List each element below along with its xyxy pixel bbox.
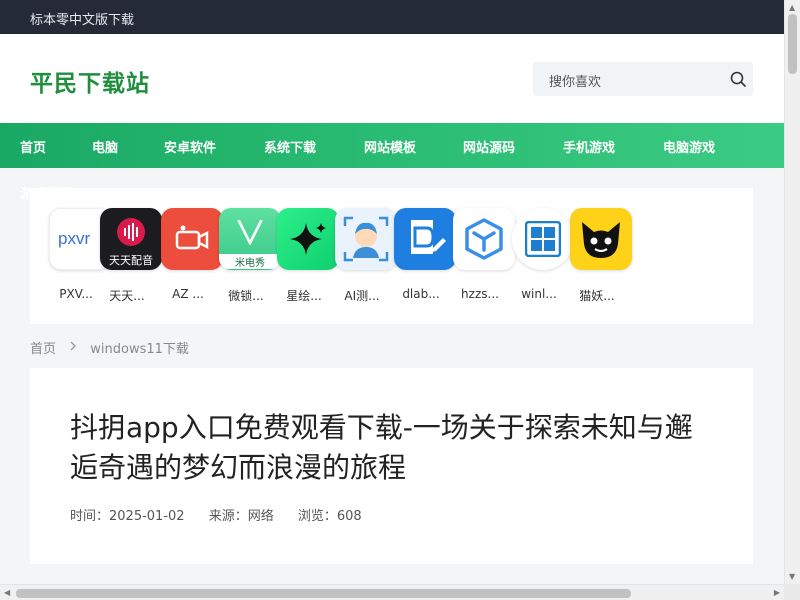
app-name[interactable]: AI测... [331, 287, 393, 304]
app-name[interactable]: 星绘... [273, 287, 335, 304]
app-name[interactable]: AZ ... [157, 287, 219, 301]
app-item[interactable]: 天天配音 天天... [96, 208, 166, 303]
main-nav: 首页 电脑 安卓软件 系统下载 网站模板 网站源码 手机游戏 电脑游戏 [0, 123, 784, 168]
nav-item-templates[interactable]: 网站模板 [364, 137, 416, 156]
article-time: 时间：2025-01-02 [70, 509, 185, 524]
app-name[interactable]: 天天... [96, 287, 158, 304]
nav-item-system[interactable]: 系统下载 [264, 137, 316, 156]
cube-icon [453, 208, 515, 270]
nav-item-home[interactable]: 首页 [20, 137, 46, 156]
app-name[interactable]: winl... [508, 287, 570, 301]
search-input[interactable]: 搜你喜欢 [549, 71, 601, 90]
horizontal-scrollbar[interactable]: ◀ ▶ [0, 584, 784, 600]
app-item[interactable]: 猫妖... [566, 208, 636, 303]
breadcrumb: 首页 windows11下载 [30, 338, 189, 357]
document-edit-icon [394, 208, 456, 270]
article-meta: 时间：2025-01-02 来源：网络 浏览：608 [70, 505, 382, 524]
article-source: 来源：网络 [208, 509, 274, 524]
nav-item-pc-games[interactable]: 电脑游戏 [663, 137, 715, 156]
breadcrumb-home[interactable]: 首页 [30, 342, 56, 357]
app-name[interactable]: 微锁... [215, 287, 277, 304]
face-scan-icon [335, 208, 397, 270]
chevron-right-icon [70, 341, 77, 351]
article-title: 抖抈app入口免费观看下载-一场关于探索未知与邂逅奇遇的梦幻而浪漫的旅程 [70, 411, 693, 484]
article-views: 浏览：608 [297, 509, 362, 524]
scroll-up-icon[interactable]: ▲ [789, 3, 795, 12]
search-box[interactable]: 搜你喜欢 [533, 62, 753, 96]
heart-v-icon: 米电秀 [219, 208, 281, 270]
horizontal-scroll-thumb[interactable] [16, 589, 631, 598]
search-icon[interactable] [729, 70, 747, 88]
nav-item-source[interactable]: 网站源码 [463, 137, 515, 156]
app-strip: pxvr PXV... 天天配音 天天... AZ ... 米电秀 微锁... … [30, 188, 753, 324]
app-name[interactable]: 猫妖... [566, 287, 628, 304]
windows-logo-icon [512, 208, 574, 270]
nav-item-pc[interactable]: 电脑 [92, 137, 118, 156]
nav-item-android[interactable]: 安卓软件 [164, 137, 216, 156]
scrollbar-corner [784, 584, 800, 600]
site-logo[interactable]: 平民下载站 [30, 64, 150, 98]
app-name[interactable]: hzzs... [449, 287, 511, 301]
site-header: 平民下载站 搜你喜欢 [0, 34, 784, 123]
top-bar-text[interactable]: 标本零中文版下载 [30, 9, 134, 28]
article-card: 抖抈app入口免费观看下载-一场关于探索未知与邂逅奇遇的梦幻而浪漫的旅程 时间：… [30, 368, 753, 564]
scroll-left-icon[interactable]: ◀ [4, 588, 10, 597]
az-recorder-icon [161, 208, 223, 270]
app-name[interactable]: dlab... [390, 287, 452, 301]
breadcrumb-current[interactable]: windows11下载 [90, 342, 189, 357]
top-bar: 标本零中文版下载 [0, 0, 784, 34]
nav-item-game-news[interactable]: 游戏资讯 [20, 183, 72, 202]
black-cat-icon [570, 208, 632, 270]
scroll-down-icon[interactable]: ▼ [789, 572, 795, 581]
sparkle-star-icon [277, 208, 339, 270]
vertical-scroll-thumb[interactable] [788, 14, 797, 74]
scroll-right-icon[interactable]: ▶ [774, 588, 780, 597]
nav-item-mobile-games[interactable]: 手机游戏 [563, 137, 615, 156]
tiantian-peiyin-icon: 天天配音 [100, 208, 162, 270]
vertical-scrollbar[interactable]: ▲ ▼ [784, 0, 800, 584]
